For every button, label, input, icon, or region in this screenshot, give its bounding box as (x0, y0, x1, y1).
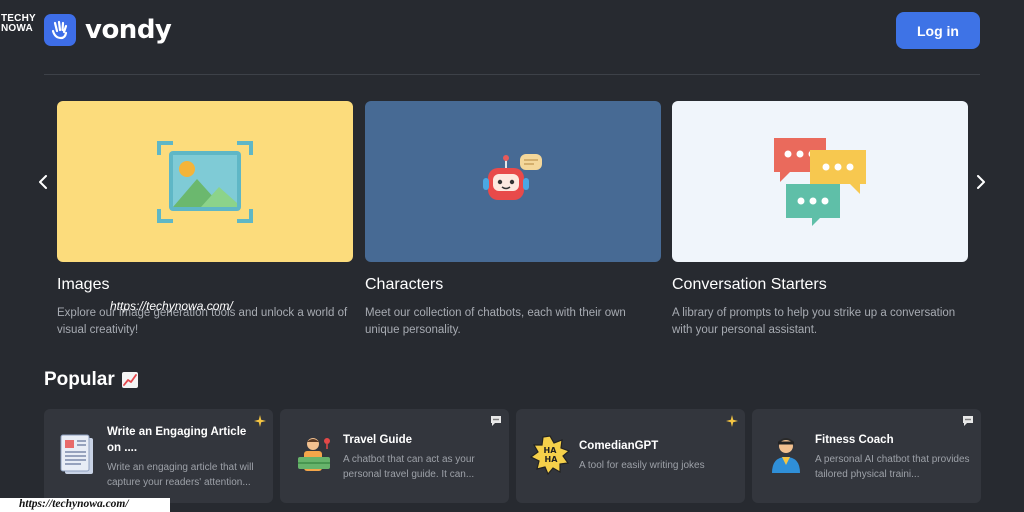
haha-burst-icon: HA HA (530, 433, 570, 477)
brand-name: vondy (85, 15, 172, 45)
tile-description: A chatbot that can act as your personal … (343, 454, 475, 480)
newspaper-icon (58, 433, 98, 477)
sparkles-icon (726, 415, 738, 427)
tile-description: A tool for easily writing jokes (579, 460, 705, 471)
chart-increasing-icon (121, 372, 138, 388)
card-title: Characters (365, 276, 444, 293)
watermark-url: https://techynowa.com/ (110, 299, 233, 313)
popular-item-comedian-gpt[interactable]: HA HA ComedianGPT A tool for easily writ… (516, 409, 745, 503)
popular-item-travel-guide[interactable]: Travel Guide A chatbot that can act as y… (280, 409, 509, 503)
image-frame-icon (157, 140, 253, 223)
watermark-line-2: NOWA (1, 23, 33, 34)
carousel-card-characters[interactable]: Characters Meet our collection of chatbo… (365, 101, 661, 339)
svg-text:HA: HA (544, 446, 558, 455)
svg-text:HA: HA (545, 455, 559, 464)
carousel-card-conversation-starters[interactable]: Conversation Starters A library of promp… (672, 101, 968, 339)
popular-heading-label: Popular (44, 369, 115, 390)
card-title: Images (57, 276, 110, 293)
traveler-icon (294, 433, 334, 477)
tile-text: ComedianGPT A tool for easily writing jo… (579, 438, 735, 473)
watermark-logo: TECHY NOWA (1, 14, 36, 34)
card-description: A library of prompts to help you strike … (672, 307, 956, 336)
tile-description: A personal AI chatbot that provides tail… (815, 454, 970, 480)
watermark-url-bar: https://techynowa.com/ (0, 498, 170, 512)
card-image-panel (365, 101, 661, 262)
tile-title: Write an Engaging Article on .... (107, 426, 247, 454)
login-button[interactable]: Log in (896, 12, 980, 49)
header-divider (44, 74, 980, 75)
popular-item-fitness-coach[interactable]: Fitness Coach A personal AI chatbot that… (752, 409, 981, 503)
coach-icon (766, 433, 806, 477)
speech-bubbles-icon (774, 137, 866, 226)
tile-title: Fitness Coach (815, 434, 894, 446)
watermark-url: https://techynowa.com/ (19, 498, 129, 510)
speech-balloon-icon (491, 416, 501, 426)
hand-wave-icon (44, 14, 76, 46)
card-title: Conversation Starters (672, 276, 827, 293)
robot-icon (483, 153, 542, 200)
chevron-left-icon[interactable] (35, 172, 51, 192)
tile-description: Write an engaging article that will capt… (107, 462, 254, 488)
popular-item-article[interactable]: Write an Engaging Article on .... Write … (44, 409, 273, 503)
tile-text: Travel Guide A chatbot that can act as y… (343, 432, 499, 482)
popular-heading: Popular (44, 369, 139, 391)
card-description: Meet our collection of chatbots, each wi… (365, 307, 626, 336)
tile-text: Write an Engaging Article on .... Write … (107, 424, 263, 490)
speech-balloon-icon (963, 416, 973, 426)
tile-title: ComedianGPT (579, 440, 659, 452)
card-image-panel (672, 101, 968, 262)
chevron-right-icon[interactable] (973, 172, 989, 192)
card-image-panel (57, 101, 353, 262)
tile-text: Fitness Coach A personal AI chatbot that… (815, 432, 971, 482)
brand-logo[interactable]: vondy (44, 14, 172, 46)
tile-title: Travel Guide (343, 434, 413, 446)
